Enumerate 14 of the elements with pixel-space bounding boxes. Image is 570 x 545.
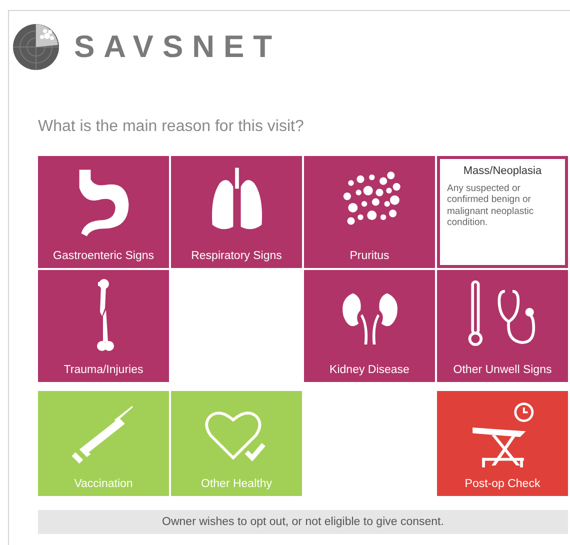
- reason-tile[interactable]: Respiratory Signs: [171, 156, 302, 268]
- reason-tile[interactable]: Other Unwell Signs: [437, 270, 568, 382]
- reason-tile[interactable]: Pruritus: [304, 156, 435, 268]
- reason-tile[interactable]: Trauma/Injuries: [38, 270, 169, 382]
- radar-logo-icon: [12, 23, 60, 71]
- tile-title: Mass/Neoplasia: [462, 165, 543, 177]
- reason-tile[interactable]: Kidney Disease: [304, 270, 435, 382]
- reason-tile[interactable]: Post-op Check: [437, 391, 568, 496]
- opt-out-button[interactable]: Owner wishes to opt out, or not eligible to give consent.: [38, 510, 568, 534]
- tile-description: Any suspected or confirmed benign or malignant neoplastic condition.: [447, 183, 535, 229]
- question-text: What is the main reason for this visit?: [38, 118, 304, 136]
- reason-tile[interactable]: Mass/Neoplasia Any suspected or confirmed benign or malignant neoplastic condition.: [437, 156, 568, 268]
- brand-name: SAVSNET: [74, 29, 282, 65]
- reason-tile[interactable]: Gastroenteric Signs: [38, 156, 169, 268]
